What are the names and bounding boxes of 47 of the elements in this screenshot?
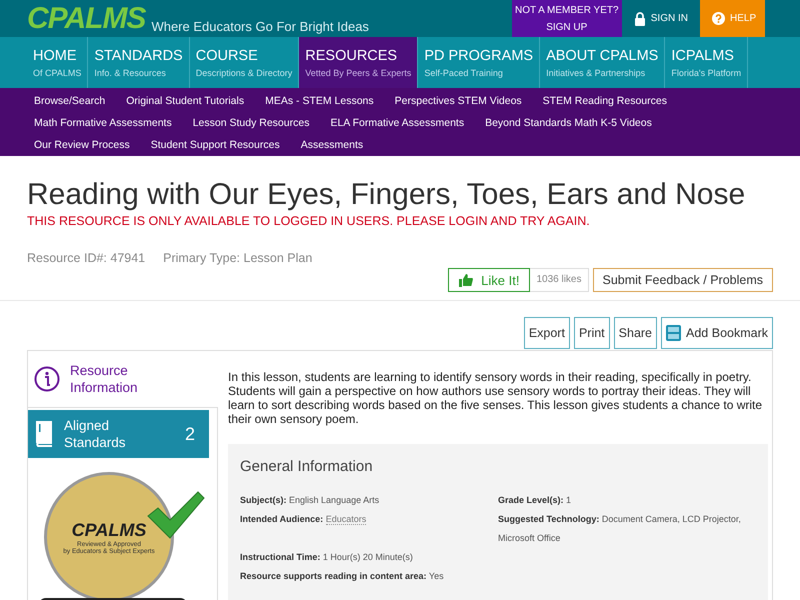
info-field: Suggested Technology: Document Camera, LCD Projector, Microsoft Office <box>498 510 756 548</box>
submenu-link[interactable]: Beyond Standards Math K-5 Videos <box>485 117 652 129</box>
action-button[interactable]: Export <box>524 317 570 349</box>
submenu-link[interactable]: Lesson Study Resources <box>192 117 310 129</box>
submenu-link[interactable]: MEAs - STEM Lessons <box>265 95 374 107</box>
info-field: Grade Level(s): 1 <box>498 491 756 510</box>
lesson-description: In this lesson, students are learning to identify sensory words in their reading, specifically in poetry. Students will gain a perspective on how authors use sensory words to portray their ideas. They will learn to sort describing words based on the five senses. This lesson gives students a chance to write their own sensory poem. <box>228 370 764 426</box>
question-icon <box>712 12 725 25</box>
sidebar-tab[interactable]: Aligned Standards 2 <box>28 410 209 458</box>
submenu-link[interactable]: Our Review Process <box>34 139 130 151</box>
like-count: 1036 likes <box>530 268 588 292</box>
book-icon <box>34 421 54 447</box>
sidebar-tab[interactable]: Resource Information <box>28 351 218 408</box>
submenu-link[interactable]: ELA Formative Assessments <box>330 117 464 129</box>
login-notice: THIS RESOURCE IS ONLY AVAILABLE TO LOGGED IN USERS. PLEASE LOGIN AND TRY AGAIN. <box>27 214 591 228</box>
resource-meta: Primary Type: Lesson Plan <box>163 251 312 265</box>
info-field: Instructional Time: 1 Hour(s) 20 Minute(s) <box>240 548 498 567</box>
resource-meta: Resource ID#: 47941 <box>27 251 146 265</box>
info-field: Resource supports reading in content area: Yes <box>240 567 498 586</box>
section-heading: General Information <box>240 458 374 475</box>
standards-count: 2 <box>184 424 195 444</box>
submenu-link[interactable]: Browse/Search <box>34 95 106 107</box>
feedback-button[interactable]: Submit Feedback / Problems <box>592 268 773 292</box>
submenu-link[interactable]: Math Formative Assessments <box>34 117 172 129</box>
sign-in-link[interactable]: SIGN IN <box>622 0 700 37</box>
info-field: Subject(s): English Language Arts <box>240 491 498 510</box>
badge-logo: CPALMS <box>72 520 146 540</box>
sign-up-link[interactable]: NOT A MEMBER YET? SIGN UP <box>512 0 622 37</box>
info-icon <box>34 366 60 392</box>
submenu-link[interactable]: Perspectives STEM Videos <box>394 95 522 107</box>
drawer-icon <box>666 325 682 341</box>
page-title: Reading with Our Eyes, Fingers, Toes, Ears and Nose <box>27 178 746 212</box>
action-button[interactable]: Share <box>614 317 658 349</box>
checkmark-icon <box>146 490 206 540</box>
tagline: Where Educators Go For Bright Ideas <box>151 19 369 34</box>
lock-icon <box>634 12 646 26</box>
add-bookmark-button[interactable]: Add Bookmark <box>661 317 773 349</box>
submenu-link[interactable]: Student Support Resources <box>150 139 280 151</box>
submenu-link[interactable]: Original Student Tutorials <box>126 95 244 107</box>
submenu-link[interactable]: STEM Reading Resources <box>542 95 667 107</box>
thumbs-up-icon <box>459 274 474 286</box>
info-field: Intended Audience: Educators <box>240 510 498 529</box>
nav-tab[interactable]: RESOURCES Vetted By Peers & Experts <box>299 37 418 88</box>
submenu-link[interactable]: Assessments <box>300 139 364 151</box>
like-button[interactable]: Like It! <box>448 268 530 292</box>
action-button[interactable]: Print <box>574 317 610 349</box>
audience-link[interactable]: Educators <box>326 514 366 525</box>
